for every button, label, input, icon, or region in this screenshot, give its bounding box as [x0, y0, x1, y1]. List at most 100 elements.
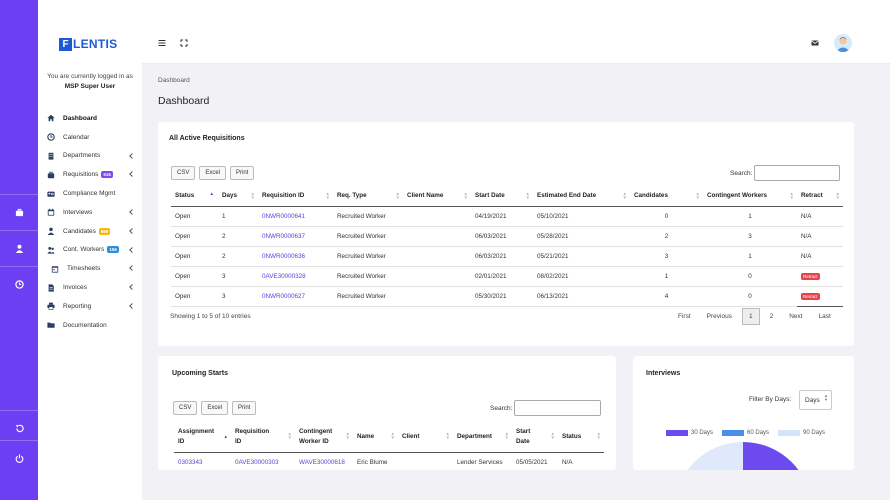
candidates-cell: 4: [630, 286, 703, 307]
page-2-button[interactable]: 2: [770, 313, 774, 320]
pie-slice-90-days[interactable]: [674, 442, 743, 470]
column-header-end-date[interactable]: Estimated End Date ▲ ▼: [533, 186, 630, 207]
column-header-name[interactable]: Name ▲ ▼: [353, 422, 398, 453]
sidebar-item-label: Documentation: [63, 321, 107, 329]
requisition-id-link[interactable]: 0NWR0000636: [258, 246, 333, 267]
sidebar-item-compliance[interactable]: Compliance Mgmt: [38, 184, 142, 203]
column-header-contingent-workers[interactable]: Contingent Workers ▲ ▼: [703, 186, 797, 207]
table-info: Showing 1 to 5 of 10 entries: [170, 313, 251, 320]
req-type-cell: Recruited Worker: [333, 206, 403, 227]
current-user: MSP Super User: [64, 83, 116, 90]
pie-slice-30-days[interactable]: [743, 442, 812, 470]
department-cell: Lender Services: [453, 452, 512, 470]
fullscreen-icon[interactable]: [180, 39, 188, 47]
sidebar-item-requisitions[interactable]: Requisitions 515: [38, 165, 142, 184]
column-header-start-date[interactable]: Start Date ▲ ▼: [512, 422, 558, 453]
candidates-cell: 3: [630, 246, 703, 267]
end-date-cell: 05/10/2021: [533, 206, 630, 227]
print-button[interactable]: Print: [230, 166, 255, 180]
column-header-req-type[interactable]: Req. Type ▲ ▼: [333, 186, 403, 207]
menu-icon[interactable]: [158, 39, 166, 47]
sidebar-item-calendar[interactable]: Calendar: [38, 128, 142, 147]
column-header-requisition-id[interactable]: Requisition ID ▲ ▼: [258, 186, 333, 207]
sidebar-item-label: Dashboard: [63, 114, 97, 122]
column-header-status[interactable]: Status ▲: [171, 186, 218, 207]
user-icon[interactable]: [0, 230, 38, 266]
mail-icon[interactable]: [811, 39, 819, 47]
column-header-requisition-id[interactable]: Requisition ID ▲ ▼: [231, 422, 295, 453]
briefcase-icon: [47, 171, 55, 178]
sidebar: F LENTIS You are currently logged in as …: [38, 0, 142, 500]
search-input[interactable]: [514, 400, 602, 416]
legend-item[interactable]: 30 Days: [666, 430, 713, 436]
sidebar-item-departments[interactable]: Departments: [38, 147, 142, 166]
legend-item[interactable]: 90 Days: [778, 430, 825, 436]
column-header-assignment-id[interactable]: Assignment ID ▲: [174, 422, 231, 453]
sidebar-item-timesheets[interactable]: Timesheets: [38, 259, 142, 278]
column-header-candidates[interactable]: Candidates ▲ ▼: [630, 186, 703, 207]
requisition-id-link[interactable]: 0AVE30000303: [231, 452, 295, 470]
sidebar-item-invoices[interactable]: Invoices: [38, 278, 142, 297]
column-header-contingent-worker-id[interactable]: Contingent Worker ID ▲ ▼: [295, 422, 353, 453]
column-header-department[interactable]: Department ▲ ▼: [453, 422, 512, 453]
users-icon: [47, 246, 55, 254]
sidebar-item-reporting[interactable]: Reporting: [38, 297, 142, 316]
logo-letter: F: [59, 37, 72, 51]
csv-button[interactable]: CSV: [171, 166, 196, 180]
column-header-days[interactable]: Days ▲ ▼: [218, 186, 258, 207]
legend-item[interactable]: 60 Days: [722, 430, 769, 436]
column-header-client-name[interactable]: Client Name ▲ ▼: [403, 186, 471, 207]
column-header-start-date[interactable]: Start Date ▲ ▼: [471, 186, 533, 207]
sidebar-item-label: Departments: [63, 152, 101, 160]
search-input[interactable]: [754, 165, 841, 181]
column-header-client[interactable]: Client ▲ ▼: [398, 422, 453, 453]
start-date-cell: 06/03/2021: [471, 226, 533, 247]
breadcrumb[interactable]: Dashboard: [158, 77, 190, 84]
clock-icon[interactable]: [0, 266, 38, 302]
csv-button[interactable]: CSV: [173, 401, 198, 415]
column-header-status[interactable]: Status ▲ ▼: [558, 422, 604, 453]
page-title: Dashboard: [158, 95, 210, 107]
logged-in-text: You are currently logged in as: [47, 73, 133, 80]
status-cell: Open: [171, 246, 218, 267]
column-header-retract[interactable]: Retract ▲ ▼: [797, 186, 843, 207]
excel-button[interactable]: Excel: [199, 166, 227, 180]
start-date-cell: 05/30/2021: [471, 286, 533, 307]
last-page-link[interactable]: Last: [819, 313, 831, 320]
retract-button[interactable]: Retract: [801, 292, 820, 300]
user-icon: [47, 227, 55, 236]
workers-cell: 1: [703, 206, 797, 227]
sidebar-item-dashboard[interactable]: Dashboard: [38, 109, 142, 128]
worker-id-link[interactable]: WAVE30000618: [295, 452, 353, 470]
print-button[interactable]: Print: [232, 401, 257, 415]
page-1-button[interactable]: 1: [741, 308, 760, 325]
start-date-cell: 04/19/2021: [471, 206, 533, 227]
sidebar-item-cont-workers[interactable]: Cont. Workers 156: [38, 241, 142, 260]
interviews-card: Interviews Filter By Days: Days ▲ ▼ 30 Da…: [633, 356, 854, 470]
user-avatar[interactable]: [834, 34, 852, 52]
req-type-cell: Recruited Worker: [333, 226, 403, 247]
excel-button[interactable]: Excel: [201, 401, 229, 415]
sidebar-item-candidates[interactable]: Candidates 989: [38, 222, 142, 241]
retract-button[interactable]: Retract: [801, 272, 820, 280]
power-icon[interactable]: [0, 440, 38, 476]
days-filter-select[interactable]: Days ▲ ▼: [799, 390, 832, 410]
sidebar-item-documentation[interactable]: Documentation: [38, 316, 142, 335]
card-title: Upcoming Starts: [172, 370, 229, 377]
first-page-link[interactable]: First: [678, 313, 691, 320]
req-type-cell: Recruited Worker: [333, 286, 403, 307]
req-type-cell: Recruited Worker: [333, 246, 403, 267]
briefcase-icon[interactable]: [0, 194, 38, 230]
previous-page-link[interactable]: Previous: [707, 313, 732, 320]
assignment-id-link[interactable]: 0303343: [174, 452, 231, 470]
requisition-id-link[interactable]: 0NWR0000627: [258, 286, 333, 307]
sidebar-item-interviews[interactable]: Interviews: [38, 203, 142, 222]
timesheet-icon: [51, 265, 59, 273]
table-row: Open 2 0NWR0000637 Recruited Worker 06/0…: [171, 226, 843, 247]
requisition-id-link[interactable]: 0AVE30000328: [258, 266, 333, 287]
chevron-left-icon: [129, 303, 133, 309]
brand-logo[interactable]: F LENTIS: [59, 37, 117, 51]
next-page-link[interactable]: Next: [789, 313, 802, 320]
requisition-id-link[interactable]: 0NWR0000637: [258, 226, 333, 247]
requisition-id-link[interactable]: 0NWR0000641: [258, 206, 333, 227]
